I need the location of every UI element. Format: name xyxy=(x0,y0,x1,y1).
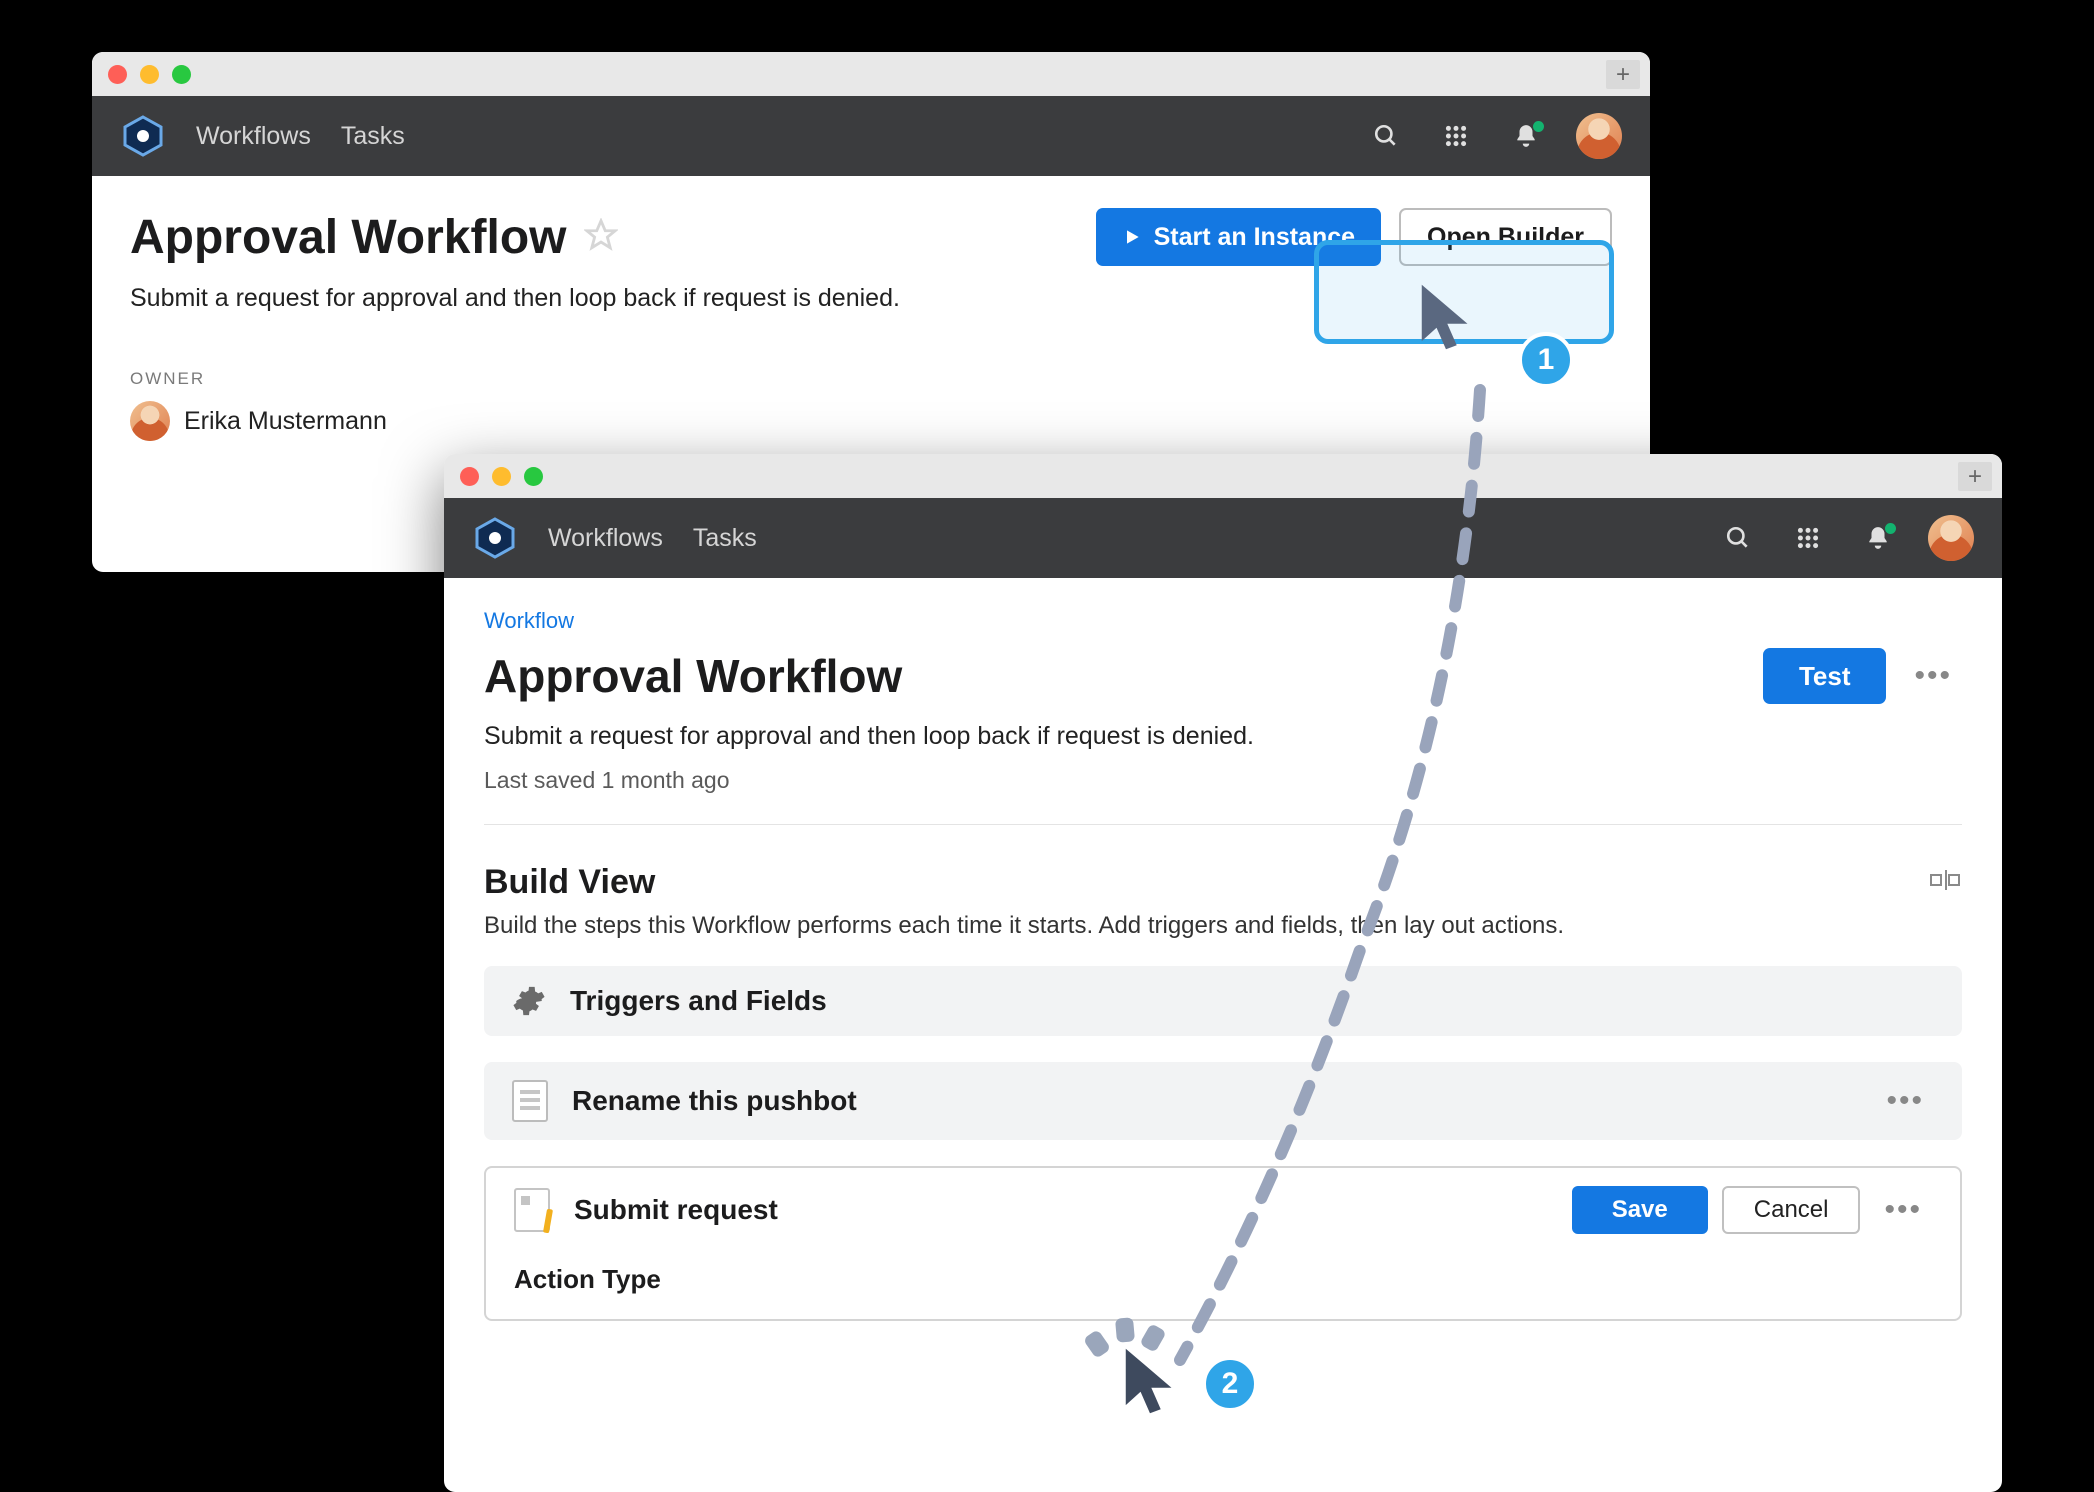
open-builder-button[interactable]: Open Builder xyxy=(1399,208,1612,266)
titlebar: + xyxy=(92,52,1650,96)
app-logo-icon[interactable] xyxy=(120,113,166,159)
gear-icon xyxy=(512,984,546,1018)
document-icon xyxy=(512,1080,548,1122)
form-icon xyxy=(514,1188,550,1232)
nav-workflows[interactable]: Workflows xyxy=(196,122,311,151)
top-nav: Workflows Tasks xyxy=(444,498,2002,578)
nav-tasks[interactable]: Tasks xyxy=(341,122,405,151)
apps-grid-icon[interactable] xyxy=(1436,123,1476,149)
nav-tasks[interactable]: Tasks xyxy=(693,524,757,553)
owner-avatar[interactable] xyxy=(130,401,170,441)
save-button[interactable]: Save xyxy=(1572,1186,1708,1234)
build-view-title: Build View xyxy=(484,863,655,902)
owner-name: Erika Mustermann xyxy=(184,407,387,436)
cancel-button[interactable]: Cancel xyxy=(1722,1186,1861,1234)
minimize-window-icon[interactable] xyxy=(140,65,159,84)
breadcrumb-workflow[interactable]: Workflow xyxy=(484,608,1962,634)
search-icon[interactable] xyxy=(1718,525,1758,551)
cursor-icon xyxy=(1120,1346,1188,1429)
apps-grid-icon[interactable] xyxy=(1788,525,1828,551)
minimize-window-icon[interactable] xyxy=(492,467,511,486)
workflow-description: Submit a request for approval and then l… xyxy=(130,284,1612,313)
last-saved-text: Last saved 1 month ago xyxy=(484,767,1962,794)
notifications-icon[interactable] xyxy=(1506,123,1546,149)
maximize-window-icon[interactable] xyxy=(172,65,191,84)
user-avatar[interactable] xyxy=(1928,515,1974,561)
step-1-number: 1 xyxy=(1538,343,1555,377)
submit-request-label: Submit request xyxy=(574,1194,778,1226)
builder-title: Approval Workflow xyxy=(484,649,902,703)
test-button[interactable]: Test xyxy=(1763,648,1887,704)
notification-dot xyxy=(1533,121,1544,132)
annotation-step-1-badge: 1 xyxy=(1518,332,1574,388)
build-view-subtitle: Build the steps this Workflow performs e… xyxy=(484,912,1962,940)
action-more-icon[interactable]: ••• xyxy=(1874,1193,1932,1227)
owner-row: Erika Mustermann xyxy=(130,401,1612,441)
rename-pushbot-card[interactable]: Rename this pushbot ••• xyxy=(484,1062,1962,1140)
annotation-step-2-badge: 2 xyxy=(1202,1356,1258,1412)
top-nav: Workflows Tasks xyxy=(92,96,1650,176)
step-2-number: 2 xyxy=(1222,1367,1239,1401)
rename-icon[interactable] xyxy=(1928,867,1962,898)
card-more-icon[interactable]: ••• xyxy=(1876,1084,1934,1118)
nav-workflows[interactable]: Workflows xyxy=(548,524,663,553)
new-tab-button[interactable]: + xyxy=(1606,60,1640,89)
maximize-window-icon[interactable] xyxy=(524,467,543,486)
play-icon xyxy=(1122,227,1142,247)
divider xyxy=(484,824,1962,825)
open-builder-label: Open Builder xyxy=(1427,223,1584,252)
cursor-icon xyxy=(1416,282,1484,365)
app-logo-icon[interactable] xyxy=(472,515,518,561)
submit-request-card[interactable]: Submit request Save Cancel ••• Action Ty… xyxy=(484,1166,1962,1321)
close-window-icon[interactable] xyxy=(108,65,127,84)
action-type-label: Action Type xyxy=(514,1264,1932,1295)
rename-pushbot-label: Rename this pushbot xyxy=(572,1085,857,1117)
page-title: Approval Workflow xyxy=(130,210,566,265)
more-menu-icon[interactable]: ••• xyxy=(1904,659,1962,693)
triggers-and-fields-card[interactable]: Triggers and Fields xyxy=(484,966,1962,1036)
notification-dot xyxy=(1885,523,1896,534)
traffic-lights xyxy=(460,467,543,486)
user-avatar[interactable] xyxy=(1576,113,1622,159)
new-tab-button[interactable]: + xyxy=(1958,462,1992,491)
start-instance-button[interactable]: Start an Instance xyxy=(1096,208,1381,266)
start-instance-label: Start an Instance xyxy=(1154,223,1355,252)
triggers-fields-label: Triggers and Fields xyxy=(570,985,827,1017)
close-window-icon[interactable] xyxy=(460,467,479,486)
builder-description: Submit a request for approval and then l… xyxy=(484,722,1962,751)
window-workflow-builder: + Workflows Tasks Workflow Approval Work… xyxy=(444,454,2002,1492)
titlebar: + xyxy=(444,454,2002,498)
favorite-star-icon[interactable] xyxy=(584,218,618,257)
traffic-lights xyxy=(108,65,191,84)
owner-label: OWNER xyxy=(130,369,1612,389)
search-icon[interactable] xyxy=(1366,123,1406,149)
notifications-icon[interactable] xyxy=(1858,525,1898,551)
